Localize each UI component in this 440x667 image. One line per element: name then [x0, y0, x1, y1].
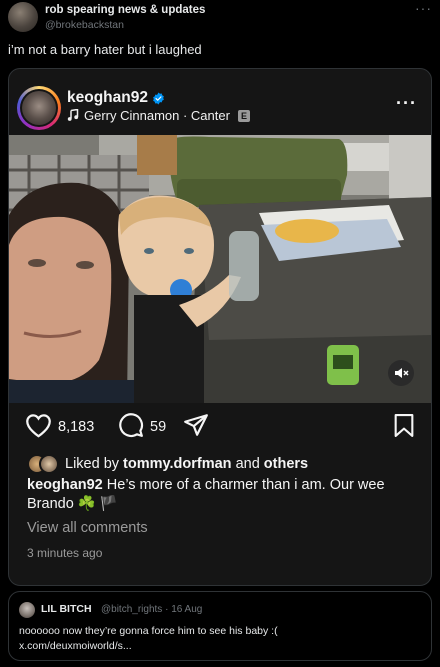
liker-avatars [27, 453, 65, 475]
liked-by-user[interactable]: tommy.dorfman [123, 456, 232, 472]
quoted-author-name: LIL BITCH [41, 603, 92, 615]
tweet-text: i’m not a barry hater but i laughed [8, 42, 202, 57]
instagram-username[interactable]: keoghan92 [67, 89, 148, 107]
quoted-author-handle: @bitch_rights [101, 604, 163, 615]
quoted-text-line1: noooooo now they’re gonna force him to s… [19, 625, 278, 637]
quoted-link[interactable]: x.com/deuxmoiworld/s... [19, 639, 419, 654]
liked-by-text: Liked by tommy.dorfman and others [65, 456, 308, 472]
comment-bubble-icon[interactable] [118, 412, 144, 438]
post-caption: keoghan92 He’s more of a charmer than i … [27, 476, 417, 514]
story-ring[interactable] [17, 86, 61, 130]
caption-username[interactable]: keoghan92 [27, 477, 103, 493]
action-bar: 8,183 59 [9, 412, 431, 443]
quoted-text: noooooo now they’re gonna force him to s… [19, 624, 419, 654]
comments-count: 59 [150, 419, 167, 435]
quoted-meta: @bitch_rights · 16 Aug [101, 604, 203, 615]
liked-by-prefix: Liked by [65, 456, 124, 472]
music-title: Gerry Cinnamon · Canter [84, 108, 230, 123]
author-handle[interactable]: @brokebackstan [45, 19, 124, 31]
tweet-header: rob spearing news & updates @brokebackst… [8, 0, 432, 36]
instagram-avatar [22, 91, 56, 125]
quoted-date: 16 Aug [171, 604, 203, 615]
speaker-muted-icon[interactable] [393, 365, 409, 381]
view-all-comments-link[interactable]: View all comments [27, 520, 148, 536]
post-photo[interactable] [9, 135, 431, 403]
more-horizontal-icon[interactable]: ··· [415, 0, 432, 16]
verified-badge-icon [153, 92, 164, 105]
likes-count: 8,183 [58, 419, 95, 435]
photo-illustration [9, 135, 431, 403]
quoted-author-avatar [19, 602, 35, 618]
heart-icon[interactable] [25, 413, 52, 438]
instagram-post-card[interactable]: keoghan92 Gerry Cinnamon · Canter E ··· [8, 68, 432, 586]
liked-by-others[interactable]: others [264, 456, 308, 472]
author-avatar[interactable] [8, 2, 38, 32]
liked-by-row[interactable]: Liked by tommy.dorfman and others [27, 453, 308, 475]
paper-plane-icon[interactable] [183, 413, 209, 437]
bookmark-icon[interactable] [393, 413, 415, 438]
author-name[interactable]: rob spearing news & updates [45, 4, 205, 16]
music-note-icon [67, 109, 79, 121]
liked-by-and: and [231, 456, 264, 472]
instagram-more-icon[interactable]: ··· [396, 93, 417, 114]
quoted-tweet[interactable]: LIL BITCH @bitch_rights · 16 Aug noooooo… [8, 591, 432, 661]
explicit-badge: E [237, 109, 250, 122]
liker-avatar [39, 454, 59, 474]
post-timestamp: 3 minutes ago [27, 546, 103, 560]
music-row[interactable]: Gerry Cinnamon · Canter E [67, 108, 250, 123]
